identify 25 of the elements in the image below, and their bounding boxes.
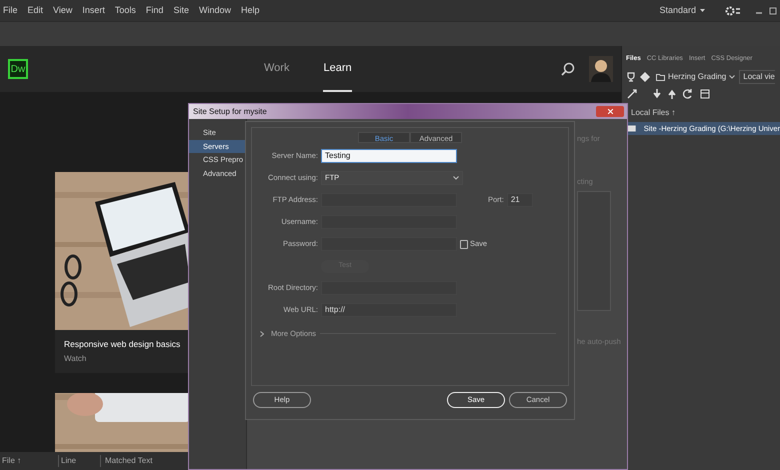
card-subtitle: Watch bbox=[64, 352, 88, 365]
menu-item[interactable]: Insert bbox=[82, 4, 105, 18]
menu-item[interactable]: Find bbox=[146, 4, 164, 18]
tutorial-card[interactable]: Responsive web design basics Watch bbox=[55, 172, 190, 373]
menu-item[interactable]: File bbox=[3, 4, 18, 18]
site-dropdown[interactable]: Herzing Grading bbox=[656, 71, 736, 83]
column-header[interactable]: Matched Text bbox=[100, 455, 152, 467]
dialog-title: Site Setup for mysite bbox=[193, 106, 267, 118]
menu-item[interactable]: Tools bbox=[114, 4, 136, 18]
card-title: Responsive web design basics bbox=[64, 338, 180, 351]
workspace-dropdown[interactable]: Standard bbox=[659, 4, 705, 18]
menu-item[interactable]: Window bbox=[198, 4, 231, 18]
menu-item[interactable]: Edit bbox=[28, 4, 44, 18]
header-tab[interactable]: Learn bbox=[323, 46, 352, 92]
column-header[interactable]: Line bbox=[58, 455, 100, 467]
column-header[interactable]: File ↑ bbox=[0, 455, 58, 467]
input-field[interactable]: 21 bbox=[506, 193, 533, 207]
menu-item[interactable]: View bbox=[53, 4, 72, 18]
header-tab[interactable]: Work bbox=[264, 46, 290, 92]
menu-item[interactable]: Help bbox=[240, 4, 260, 18]
input-field[interactable]: http:// bbox=[321, 303, 457, 317]
app-logo: Dw bbox=[8, 59, 28, 79]
input-field[interactable]: Testing bbox=[321, 149, 457, 163]
view-dropdown[interactable]: Local vie bbox=[739, 70, 775, 84]
menu-item[interactable]: Site bbox=[173, 4, 189, 18]
